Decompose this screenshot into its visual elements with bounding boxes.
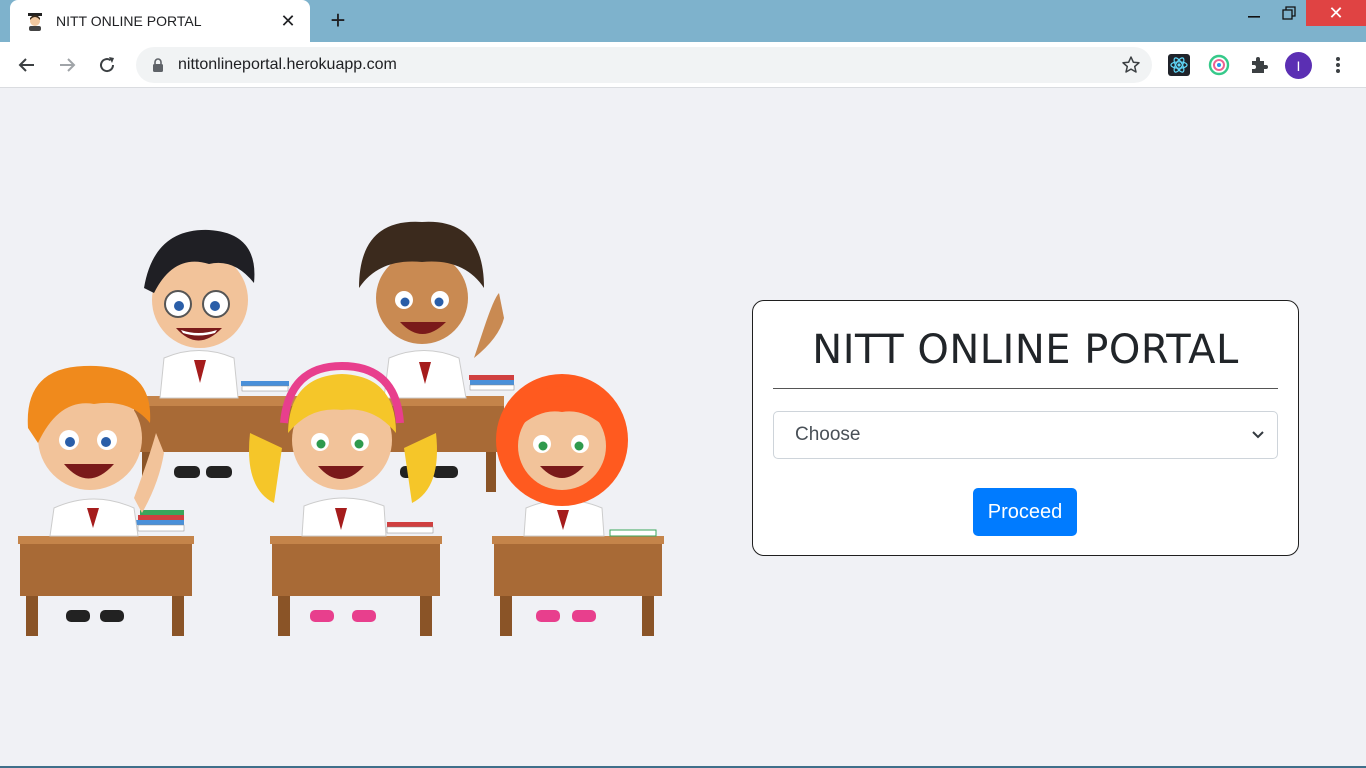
window-minimize-button[interactable]: [1236, 0, 1272, 26]
browser-toolbar: nittonlineportal.herokuapp.com I: [0, 42, 1366, 88]
portal-card: NITT ONLINE PORTAL Choose Proceed: [752, 300, 1299, 556]
restore-icon: [1282, 6, 1296, 20]
browser-tab[interactable]: NITT ONLINE PORTAL ✕: [10, 0, 310, 42]
extensions-button[interactable]: [1245, 51, 1273, 79]
proceed-button[interactable]: Proceed: [973, 488, 1077, 536]
reload-icon: [100, 57, 115, 73]
minimize-icon: [1248, 16, 1260, 18]
chevron-down-icon: [1251, 428, 1265, 442]
url-text: nittonlineportal.herokuapp.com: [178, 56, 397, 73]
profile-avatar[interactable]: I: [1285, 52, 1312, 79]
forward-arrow-icon: [60, 58, 76, 72]
react-devtools-icon: [1168, 54, 1190, 76]
tab-close-button[interactable]: ✕: [278, 11, 298, 32]
extension-ring-button[interactable]: [1205, 51, 1233, 79]
forward-button[interactable]: [52, 50, 82, 80]
menu-dots-icon: [1336, 57, 1340, 73]
lock-icon: [150, 57, 166, 73]
react-devtools-button[interactable]: [1165, 51, 1193, 79]
bookmark-star-button[interactable]: [1116, 50, 1146, 80]
portal-title: NITT ONLINE PORTAL: [812, 327, 1239, 373]
browser-titlebar: NITT ONLINE PORTAL ✕ + ✕: [0, 0, 1366, 42]
role-select[interactable]: Choose: [773, 411, 1278, 459]
back-button[interactable]: [12, 50, 42, 80]
classroom-illustration: [18, 221, 664, 636]
window-restore-button[interactable]: [1272, 0, 1306, 26]
reload-button[interactable]: [92, 50, 122, 80]
address-bar[interactable]: nittonlineportal.herokuapp.com: [136, 47, 1152, 83]
window-close-button[interactable]: ✕: [1306, 0, 1366, 26]
student-favicon-icon: [24, 10, 46, 32]
extension-ring-icon: [1208, 54, 1230, 76]
star-icon: [1122, 56, 1140, 73]
role-select-value: Choose: [795, 424, 861, 445]
browser-menu-button[interactable]: [1326, 51, 1350, 79]
new-tab-button[interactable]: +: [324, 6, 352, 34]
tab-title: NITT ONLINE PORTAL: [56, 13, 202, 29]
title-divider: [773, 388, 1278, 389]
puzzle-icon: [1252, 57, 1268, 73]
back-arrow-icon: [18, 58, 34, 72]
